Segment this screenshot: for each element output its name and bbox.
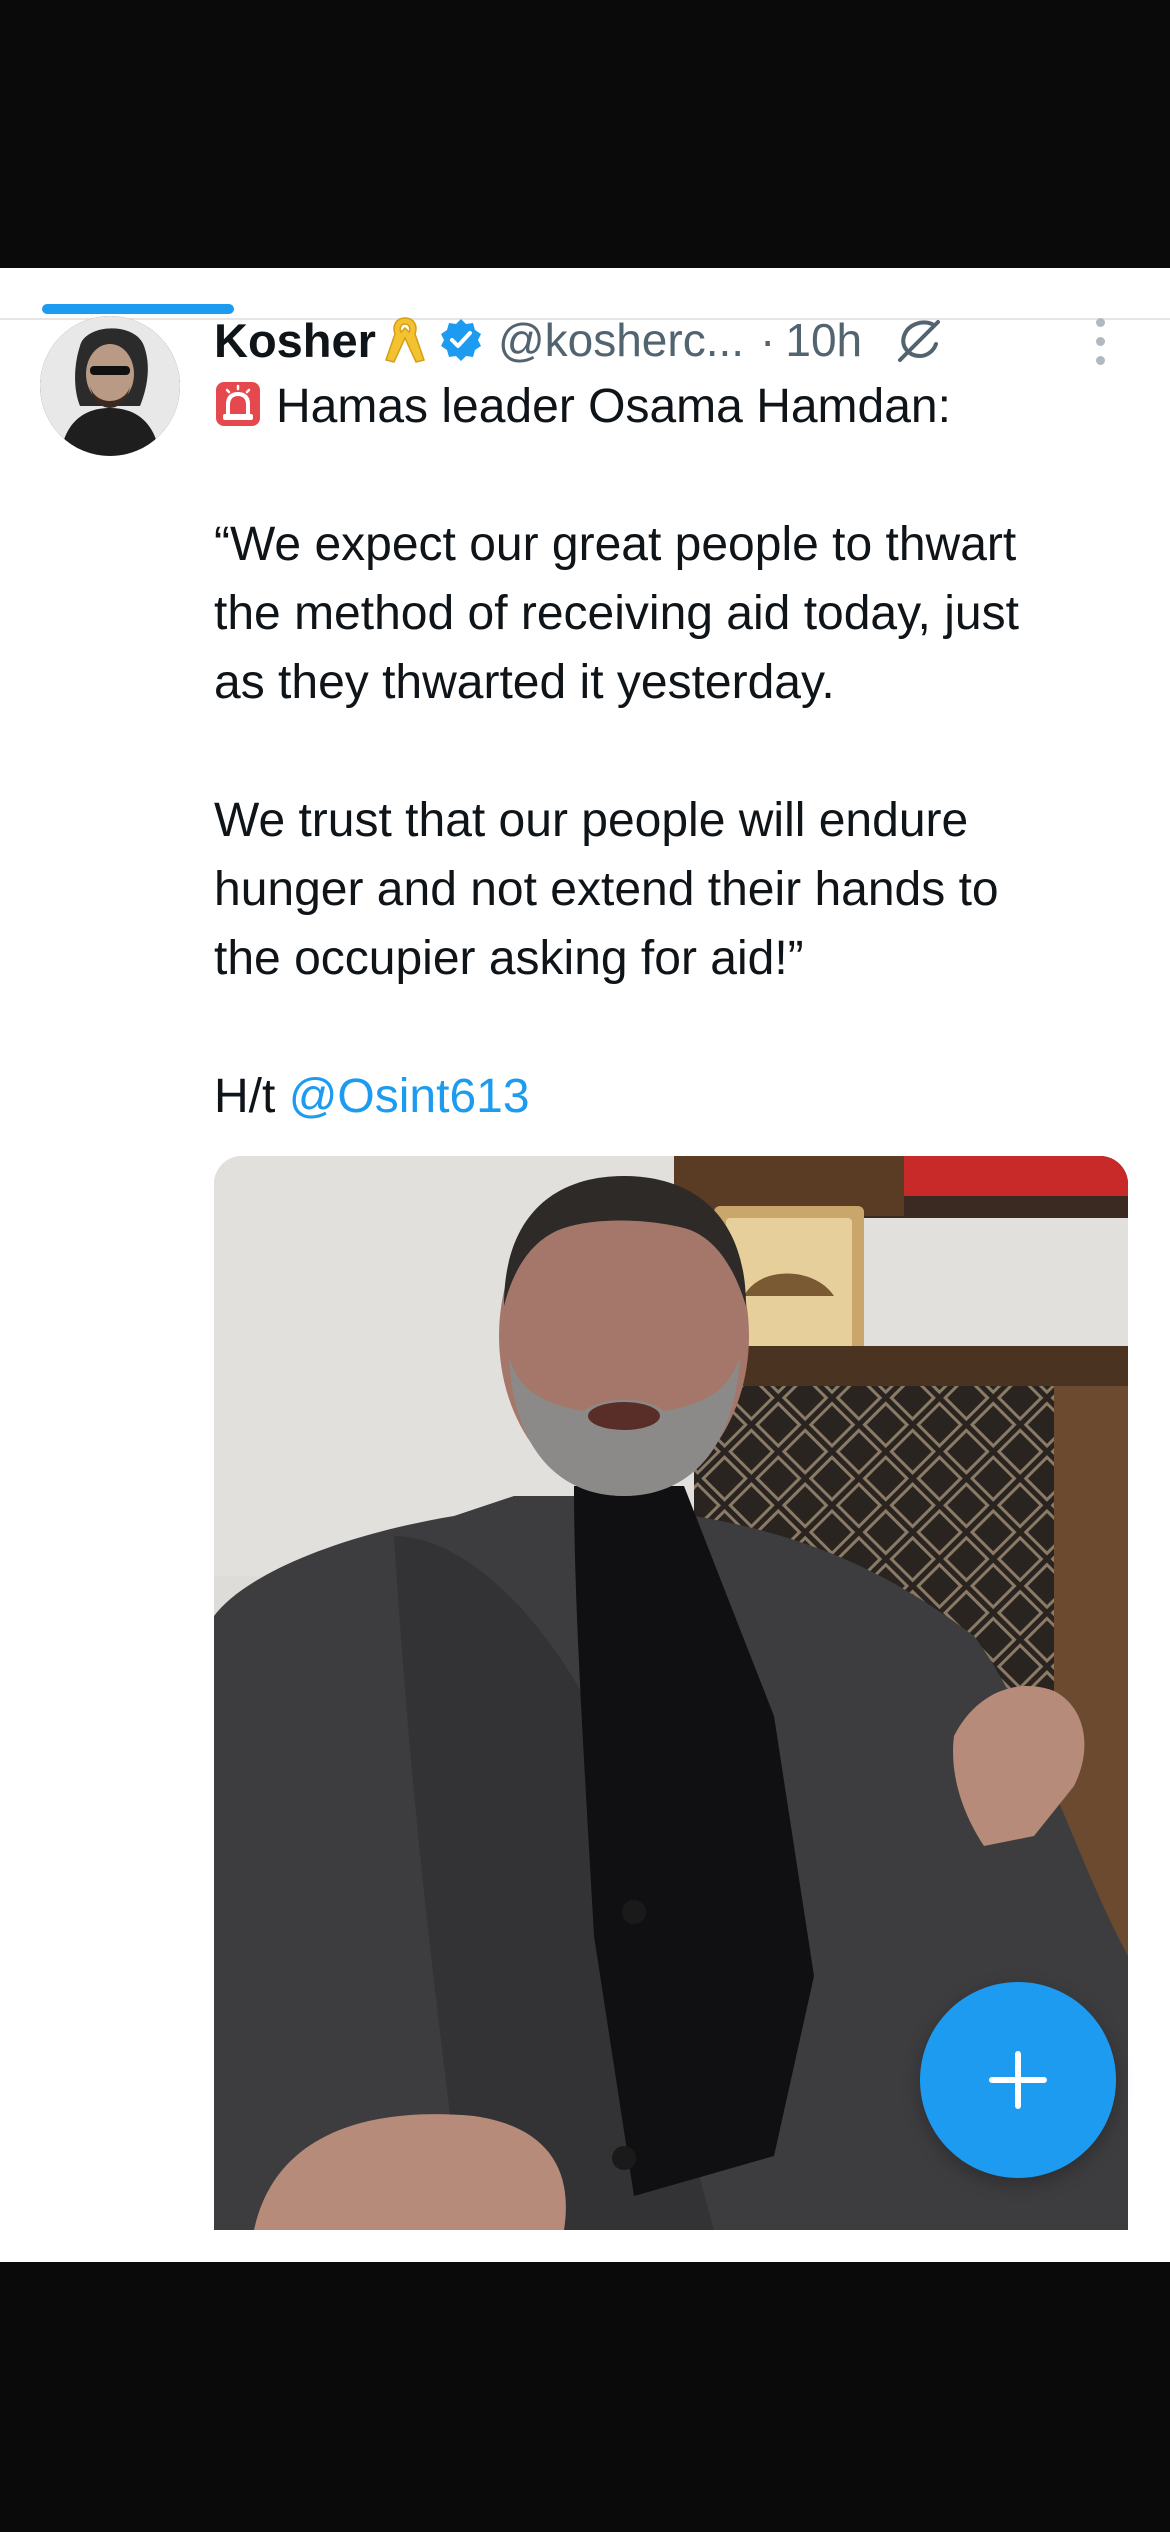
more-options-icon[interactable] bbox=[1090, 318, 1110, 374]
tweet-line-headline: Hamas leader Osama Hamdan: bbox=[214, 372, 1114, 441]
top-black-bar bbox=[0, 0, 1170, 268]
user-handle[interactable]: @kosherc... bbox=[498, 313, 744, 367]
tweet-line-1: Hamas leader Osama Hamdan: bbox=[276, 380, 951, 433]
display-name[interactable]: Kosher bbox=[214, 313, 376, 368]
tweet-line-2: “We expect our great people to thwart bbox=[214, 518, 1017, 571]
bottom-black-bar bbox=[0, 2262, 1170, 2532]
tab-indicator bbox=[42, 304, 234, 314]
compose-plus-icon[interactable] bbox=[920, 1982, 1116, 2178]
hat-tip-line: H/t @Osint613 bbox=[214, 1062, 1114, 1131]
siren-icon bbox=[214, 378, 262, 426]
tweet-line-4: as they thwarted it yesterday. bbox=[214, 656, 835, 709]
mention-link[interactable]: @Osint613 bbox=[289, 1070, 530, 1123]
tweet-line-6: hunger and not extend their hands to bbox=[214, 863, 999, 916]
tweet-body: Hamas leader Osama Hamdan: “We expect ou… bbox=[214, 372, 1114, 1131]
avatar[interactable] bbox=[40, 316, 180, 456]
tweet-line-3: the method of receiving aid today, just bbox=[214, 587, 1019, 640]
tweet-line-5: We trust that our people will endure bbox=[214, 794, 969, 847]
tweet-panel: - - - - - Kosher @kosherc... · 10h bbox=[0, 268, 1170, 2262]
tweet-line-7: the occupier asking for aid!” bbox=[214, 932, 804, 985]
tweet-header: Kosher @kosherc... · 10h bbox=[214, 310, 946, 370]
timestamp[interactable]: 10h bbox=[785, 313, 862, 367]
header-cut-text: - - - - - bbox=[380, 268, 574, 288]
separator-dot: · bbox=[760, 314, 776, 366]
yellow-ribbon-icon bbox=[382, 314, 428, 366]
verified-badge-icon bbox=[438, 317, 484, 363]
hat-tip-prefix: H/t bbox=[214, 1070, 276, 1123]
grok-icon[interactable] bbox=[892, 316, 946, 364]
